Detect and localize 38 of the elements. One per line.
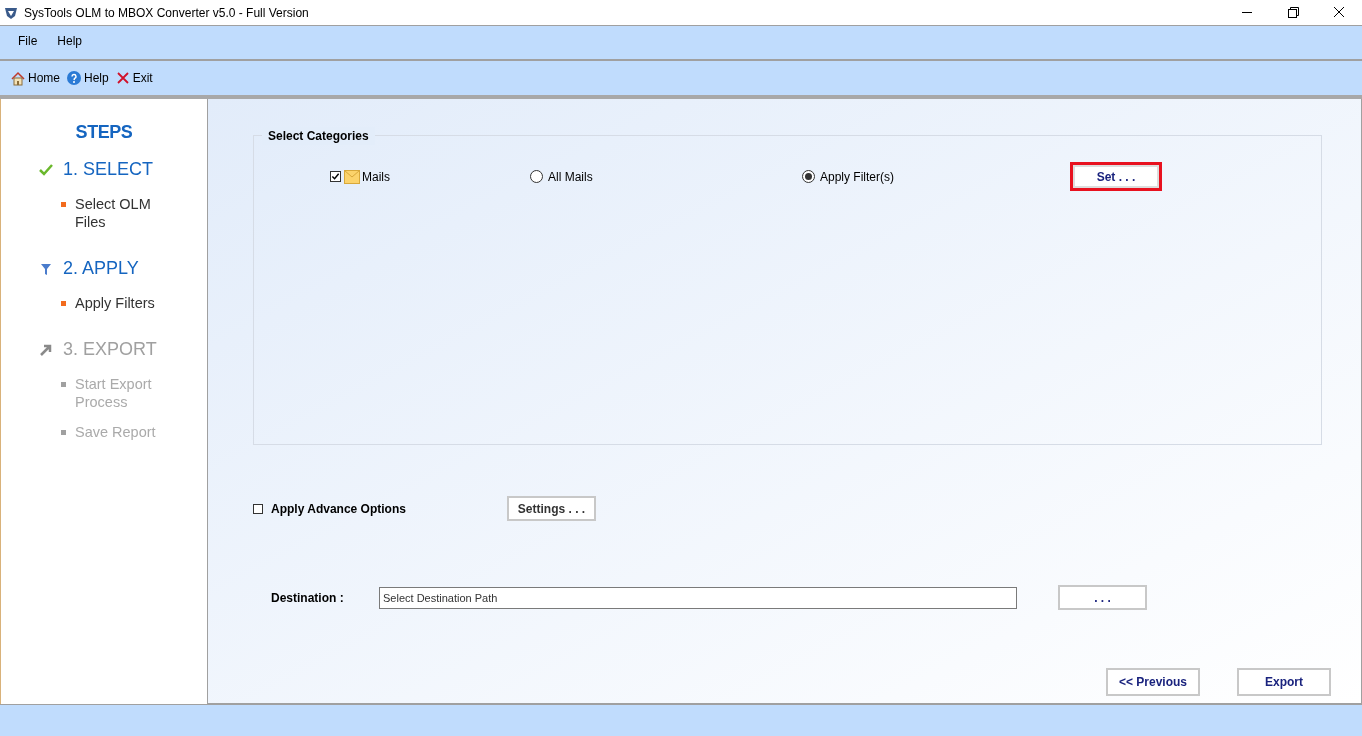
home-icon (10, 70, 26, 86)
radio-button[interactable] (530, 170, 543, 183)
help-icon (66, 70, 82, 86)
settings-button[interactable]: Settings . . . (507, 496, 596, 521)
step-item: Save Report (75, 423, 156, 441)
export-button[interactable]: Export (1237, 668, 1331, 696)
bullet-icon (61, 202, 66, 207)
step-item: Select OLM Files (75, 195, 152, 231)
checkbox[interactable] (330, 171, 341, 182)
menu-item[interactable]: Help (49, 32, 91, 50)
close-icon (114, 70, 131, 86)
menu-item[interactable]: File (10, 32, 46, 50)
checkbox-label: Mails (362, 168, 390, 186)
checkbox[interactable] (253, 503, 263, 514)
envelope-icon (344, 169, 360, 184)
step-heading: 3. EXPORT (63, 338, 157, 361)
step-heading: 1. SELECT (63, 158, 154, 181)
bullet-icon (61, 430, 66, 435)
radio-label: All Mails (548, 168, 593, 186)
checkbox-label: Apply Advance Options (271, 500, 406, 518)
radio-label: Apply Filter(s) (820, 168, 894, 186)
step-item: Start Export Process (75, 375, 153, 411)
toolbar-home-button[interactable]: Home (10, 69, 60, 87)
step-item: Apply Filters (75, 294, 155, 312)
step-heading: 2. APPLY (63, 257, 139, 280)
previous-button[interactable]: << Previous (1106, 668, 1200, 696)
browse-button[interactable]: . . . (1058, 585, 1147, 610)
window-title: SysTools OLM to MBOX Converter v5.0 - Full Version (24, 4, 309, 22)
toolbar-help-button[interactable]: Help (66, 69, 109, 87)
steps-title: STEPS (74, 121, 134, 144)
radio-button[interactable] (802, 170, 815, 183)
toolbar-exit-button[interactable]: Exit (114, 69, 153, 87)
bullet-icon (61, 301, 66, 306)
set-button[interactable]: Set . . . (1070, 162, 1162, 191)
app-logo-icon (4, 5, 18, 20)
bullet-icon (61, 382, 66, 387)
destination-path-field[interactable]: Select Destination Path (379, 586, 1017, 609)
destination-label: Destination : (270, 589, 345, 607)
